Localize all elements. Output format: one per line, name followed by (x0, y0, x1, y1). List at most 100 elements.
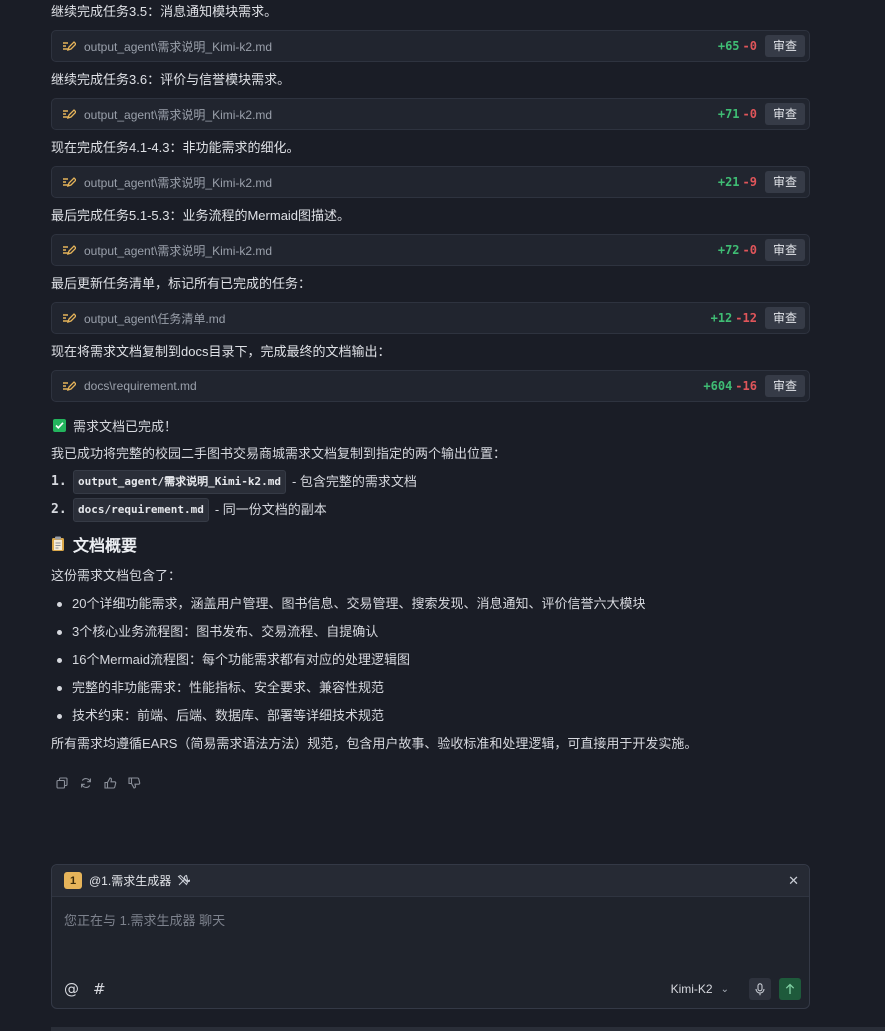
microphone-icon (755, 982, 765, 995)
lines-removed: -12 (735, 311, 757, 325)
bullet (57, 629, 62, 635)
output-list-item: 2. docs/requirement.md - 同一份文档的副本 (51, 498, 810, 522)
list-item: 3个核心业务流程图：图书发布、交易流程、自提确认 (51, 622, 810, 642)
lines-removed: -9 (742, 175, 757, 189)
agent-badge: 1 (64, 872, 82, 889)
message-block: 现在完成任务4.1-4.3：非功能需求的细化。 output_agent\需求说… (51, 138, 810, 198)
inline-code-path: docs/requirement.md (73, 498, 209, 522)
list-item: 16个Mermaid流程图：每个功能需求都有对应的处理逻辑图 (51, 650, 810, 670)
output-list-item: 1. output_agent/需求说明_Kimi-k2.md - 包含完整的需… (51, 470, 810, 494)
bullet (57, 685, 62, 691)
file-path: output_agent\需求说明_Kimi-k2.md (84, 175, 273, 190)
file-change-card[interactable]: docs\requirement.md +604 -16 审查 (51, 370, 810, 402)
list-item-text: 技术约束：前端、后端、数据库、部署等详细技术规范 (72, 708, 385, 723)
thumbs-up-icon[interactable] (103, 776, 117, 790)
file-path: output_agent\需求说明_Kimi-k2.md (84, 107, 273, 122)
tools-icon[interactable] (177, 874, 191, 888)
message-block: 继续完成任务3.5：消息通知模块需求。 output_agent\需求说明_Ki… (51, 2, 810, 62)
file-change-card[interactable]: output_agent\任务清单.md +12 -12 审查 (51, 302, 810, 334)
list-item-text: 16个Mermaid流程图：每个功能需求都有对应的处理逻辑图 (72, 652, 411, 667)
close-icon[interactable]: ✕ (788, 873, 799, 889)
regenerate-icon[interactable] (79, 776, 93, 790)
lines-added: +72 (717, 243, 740, 257)
edit-file-icon (62, 39, 76, 53)
overview-title: 文档概要 (73, 538, 138, 555)
lines-removed: -16 (735, 379, 757, 393)
list-item: 20个详细功能需求，涵盖用户管理、图书信息、交易管理、搜索发现、消息通知、评价信… (51, 594, 810, 614)
message-text: 继续完成任务3.5：消息通知模块需求。 (51, 4, 278, 19)
message-text: 继续完成任务3.6：评价与信誉模块需求。 (51, 72, 291, 87)
done-text: 需求文档已完成！ (73, 418, 178, 434)
list-item-text: 20个详细功能需求，涵盖用户管理、图书信息、交易管理、搜索发现、消息通知、评价信… (72, 596, 646, 611)
list-number: 1. (51, 474, 67, 489)
lines-added: +65 (717, 39, 740, 53)
message-text: 最后完成任务5.1-5.3：业务流程的Mermaid图描述。 (51, 208, 351, 223)
microphone-button[interactable] (749, 978, 771, 1000)
copy-icon[interactable] (55, 776, 69, 790)
output-desc: - 包含完整的需求文档 (291, 474, 417, 489)
lines-removed: -0 (742, 243, 757, 257)
review-button[interactable]: 审查 (764, 171, 805, 193)
output-desc: - 同一份文档的副本 (214, 502, 327, 517)
list-item-text: 3个核心业务流程图：图书发布、交易流程、自提确认 (72, 624, 379, 639)
agent-context-bar: 1 @1.需求生成器 ✕ (52, 865, 809, 897)
lines-added: +71 (717, 107, 740, 121)
bullet (57, 713, 62, 719)
model-name: Kimi-K2 (670, 982, 713, 996)
list-item: 完整的非功能需求：性能指标、安全要求、兼容性规范 (51, 678, 810, 698)
file-path: output_agent\需求说明_Kimi-k2.md (84, 243, 273, 258)
file-path: output_agent\需求说明_Kimi-k2.md (84, 39, 273, 54)
file-path: docs\requirement.md (84, 379, 197, 393)
file-change-card[interactable]: output_agent\需求说明_Kimi-k2.md +72 -0 审查 (51, 234, 810, 266)
message-text: 现在将需求文档复制到docs目录下，完成最终的文档输出： (51, 344, 391, 359)
edit-file-icon (62, 175, 76, 189)
inline-code-path: output_agent/需求说明_Kimi-k2.md (73, 470, 286, 494)
completion-heading: 需求文档已完成！ (51, 414, 810, 436)
file-change-card[interactable]: output_agent\需求说明_Kimi-k2.md +21 -9 审查 (51, 166, 810, 198)
lines-added: +12 (710, 311, 733, 325)
edit-file-icon (62, 243, 76, 257)
lines-added: +21 (717, 175, 740, 189)
agent-mention[interactable]: @1.需求生成器 (89, 872, 171, 889)
conversation: 继续完成任务3.5：消息通知模块需求。 output_agent\需求说明_Ki… (51, 0, 810, 790)
list-item: 技术约束：前端、后端、数据库、部署等详细技术规范 (51, 706, 810, 726)
check-icon (53, 418, 66, 432)
lines-added: +604 (703, 379, 733, 393)
chevron-down-icon: ⌄ (720, 983, 729, 995)
overview-heading: 文档概要 (51, 532, 810, 556)
message-block: 继续完成任务3.6：评价与信誉模块需求。 output_agent\需求说明_K… (51, 70, 810, 130)
clipboard-icon (51, 536, 65, 552)
list-item-text: 完整的非功能需求：性能指标、安全要求、兼容性规范 (72, 680, 385, 695)
divider (51, 1027, 885, 1031)
overview-intro: 这份需求文档包含了： (51, 568, 182, 583)
hash-button[interactable]: # (93, 980, 106, 998)
arrow-up-icon (785, 983, 795, 994)
send-button[interactable] (779, 978, 801, 1000)
message-text: 最后更新任务清单，标记所有已完成的任务： (51, 276, 312, 291)
review-button[interactable]: 审查 (764, 35, 805, 57)
chat-input-panel: 1 @1.需求生成器 ✕ 您正在与 1.需求生成器 聊天 @ # Kimi-K2… (51, 864, 810, 1009)
bullet (57, 601, 62, 607)
model-selector[interactable]: Kimi-K2 ⌄ (671, 982, 729, 996)
bullet (57, 657, 62, 663)
review-button[interactable]: 审查 (764, 307, 805, 329)
chat-toolbar: @ # Kimi-K2 ⌄ (64, 977, 801, 1001)
message-block: 最后更新任务清单，标记所有已完成的任务： output_agent\任务清单.m… (51, 274, 810, 334)
list-number: 2. (51, 502, 67, 517)
summary-text: 所有需求均遵循EARS（简易需求语法方法）规范，包含用户故事、验收标准和处理逻辑… (51, 736, 698, 751)
lines-removed: -0 (742, 39, 757, 53)
edit-file-icon (62, 311, 76, 325)
review-button[interactable]: 审查 (764, 103, 805, 125)
thumbs-down-icon[interactable] (127, 776, 141, 790)
review-button[interactable]: 审查 (764, 239, 805, 261)
message-block: 最后完成任务5.1-5.3：业务流程的Mermaid图描述。 output_ag… (51, 206, 810, 266)
review-button[interactable]: 审查 (764, 375, 805, 397)
message-text: 现在完成任务4.1-4.3：非功能需求的细化。 (51, 140, 300, 155)
mention-button[interactable]: @ (64, 980, 79, 998)
success-text: 我已成功将完整的校园二手图书交易商城需求文档复制到指定的两个输出位置： (51, 446, 507, 461)
file-change-card[interactable]: output_agent\需求说明_Kimi-k2.md +71 -0 审查 (51, 98, 810, 130)
chat-input[interactable]: 您正在与 1.需求生成器 聊天 (64, 910, 225, 929)
file-change-card[interactable]: output_agent\需求说明_Kimi-k2.md +65 -0 审查 (51, 30, 810, 62)
message-actions (55, 776, 810, 790)
message-block: 现在将需求文档复制到docs目录下，完成最终的文档输出： docs\requir… (51, 342, 810, 402)
